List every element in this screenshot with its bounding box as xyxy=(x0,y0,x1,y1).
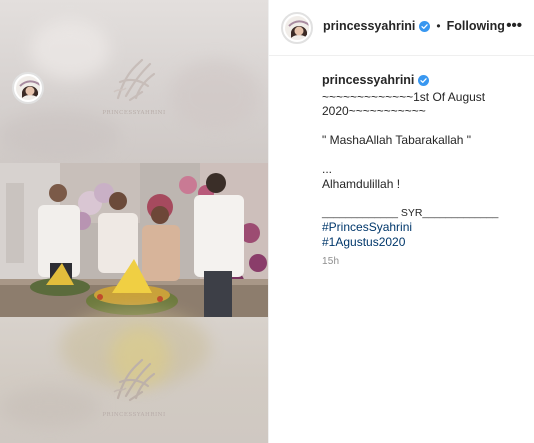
caption-line: " MashaAllah Tabarakallah " xyxy=(322,133,472,147)
post-caption: princessyahrini ~~~~~~~~~~~~~1st Of Augu… xyxy=(322,73,526,249)
caption-line: Alhamdulillah ! xyxy=(322,176,401,191)
caption-line: 2020~~~~~~~~~~~ xyxy=(322,104,426,118)
monogram-caption: PRINCESSYAHRINI xyxy=(102,110,166,116)
hashtag-link[interactable]: #PrincesSyahrini xyxy=(322,220,526,235)
caption-username-link[interactable]: princessyahrini xyxy=(322,73,414,88)
caption-line: ~~~~~~~~~~~~~1st Of August xyxy=(322,89,486,104)
hashtag-link[interactable]: #1Agustus2020 xyxy=(322,235,526,250)
caption-line: ... xyxy=(322,162,333,176)
verified-badge-icon xyxy=(418,74,430,86)
panel-divider xyxy=(268,0,269,443)
separator-dot: • xyxy=(436,19,441,33)
caption-line xyxy=(322,119,526,134)
video-scene xyxy=(0,163,268,317)
username-link[interactable]: princessyahrini xyxy=(323,19,415,33)
caption-line xyxy=(322,148,526,163)
caption-avatar[interactable] xyxy=(12,72,44,104)
post-media[interactable]: PRINCESSYAHRINI PRINCESSYAHRINI xyxy=(0,0,268,443)
caption-line xyxy=(322,191,526,206)
monogram-caption-bottom: PRINCESSYAHRINI xyxy=(102,412,166,418)
more-options-icon[interactable]: ••• xyxy=(506,17,522,34)
following-button[interactable]: Following xyxy=(447,19,505,33)
monogram-logo-bottom xyxy=(113,358,156,402)
post-header: princessyahrini • Following ••• xyxy=(269,0,534,56)
video-frame[interactable] xyxy=(0,163,268,317)
post-timestamp[interactable]: 15h xyxy=(322,256,339,267)
monogram-logo xyxy=(113,58,156,102)
caption-signature: _____________ SYR_____________ xyxy=(322,206,499,219)
verified-badge-icon xyxy=(419,20,431,32)
avatar[interactable] xyxy=(281,12,313,44)
